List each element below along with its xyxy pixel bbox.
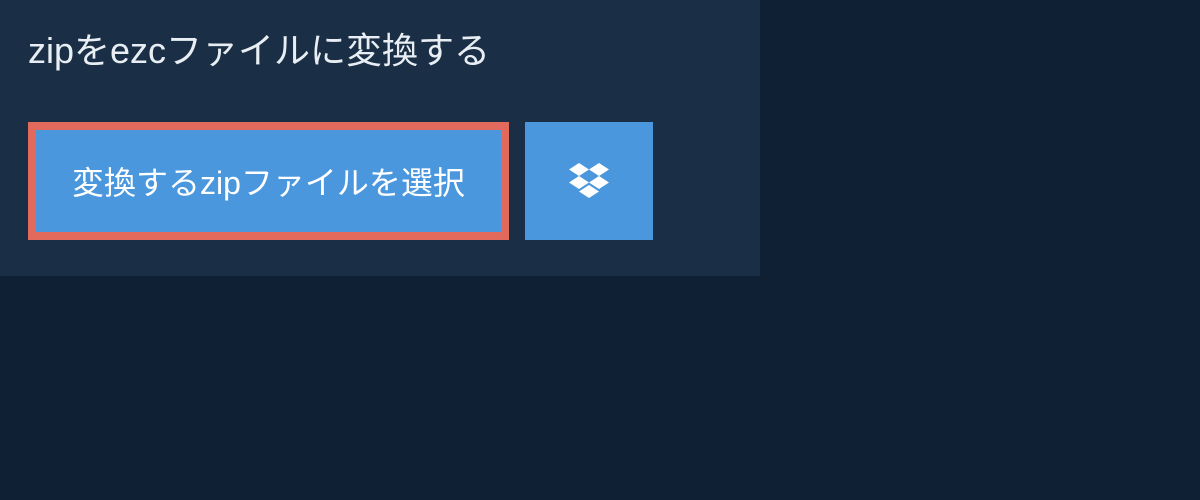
button-row: 変換するzipファイルを選択 (28, 122, 732, 240)
page-title: zipをezcファイルに変換する (28, 22, 490, 74)
select-file-button-label: 変換するzipファイルを選択 (72, 158, 465, 204)
select-file-button[interactable]: 変換するzipファイルを選択 (28, 122, 509, 240)
dropbox-icon (569, 163, 609, 199)
title-bar: zipをezcファイルに変換する (28, 0, 518, 94)
dropbox-button[interactable] (525, 122, 653, 240)
converter-panel: zipをezcファイルに変換する 変換するzipファイルを選択 (0, 0, 760, 276)
